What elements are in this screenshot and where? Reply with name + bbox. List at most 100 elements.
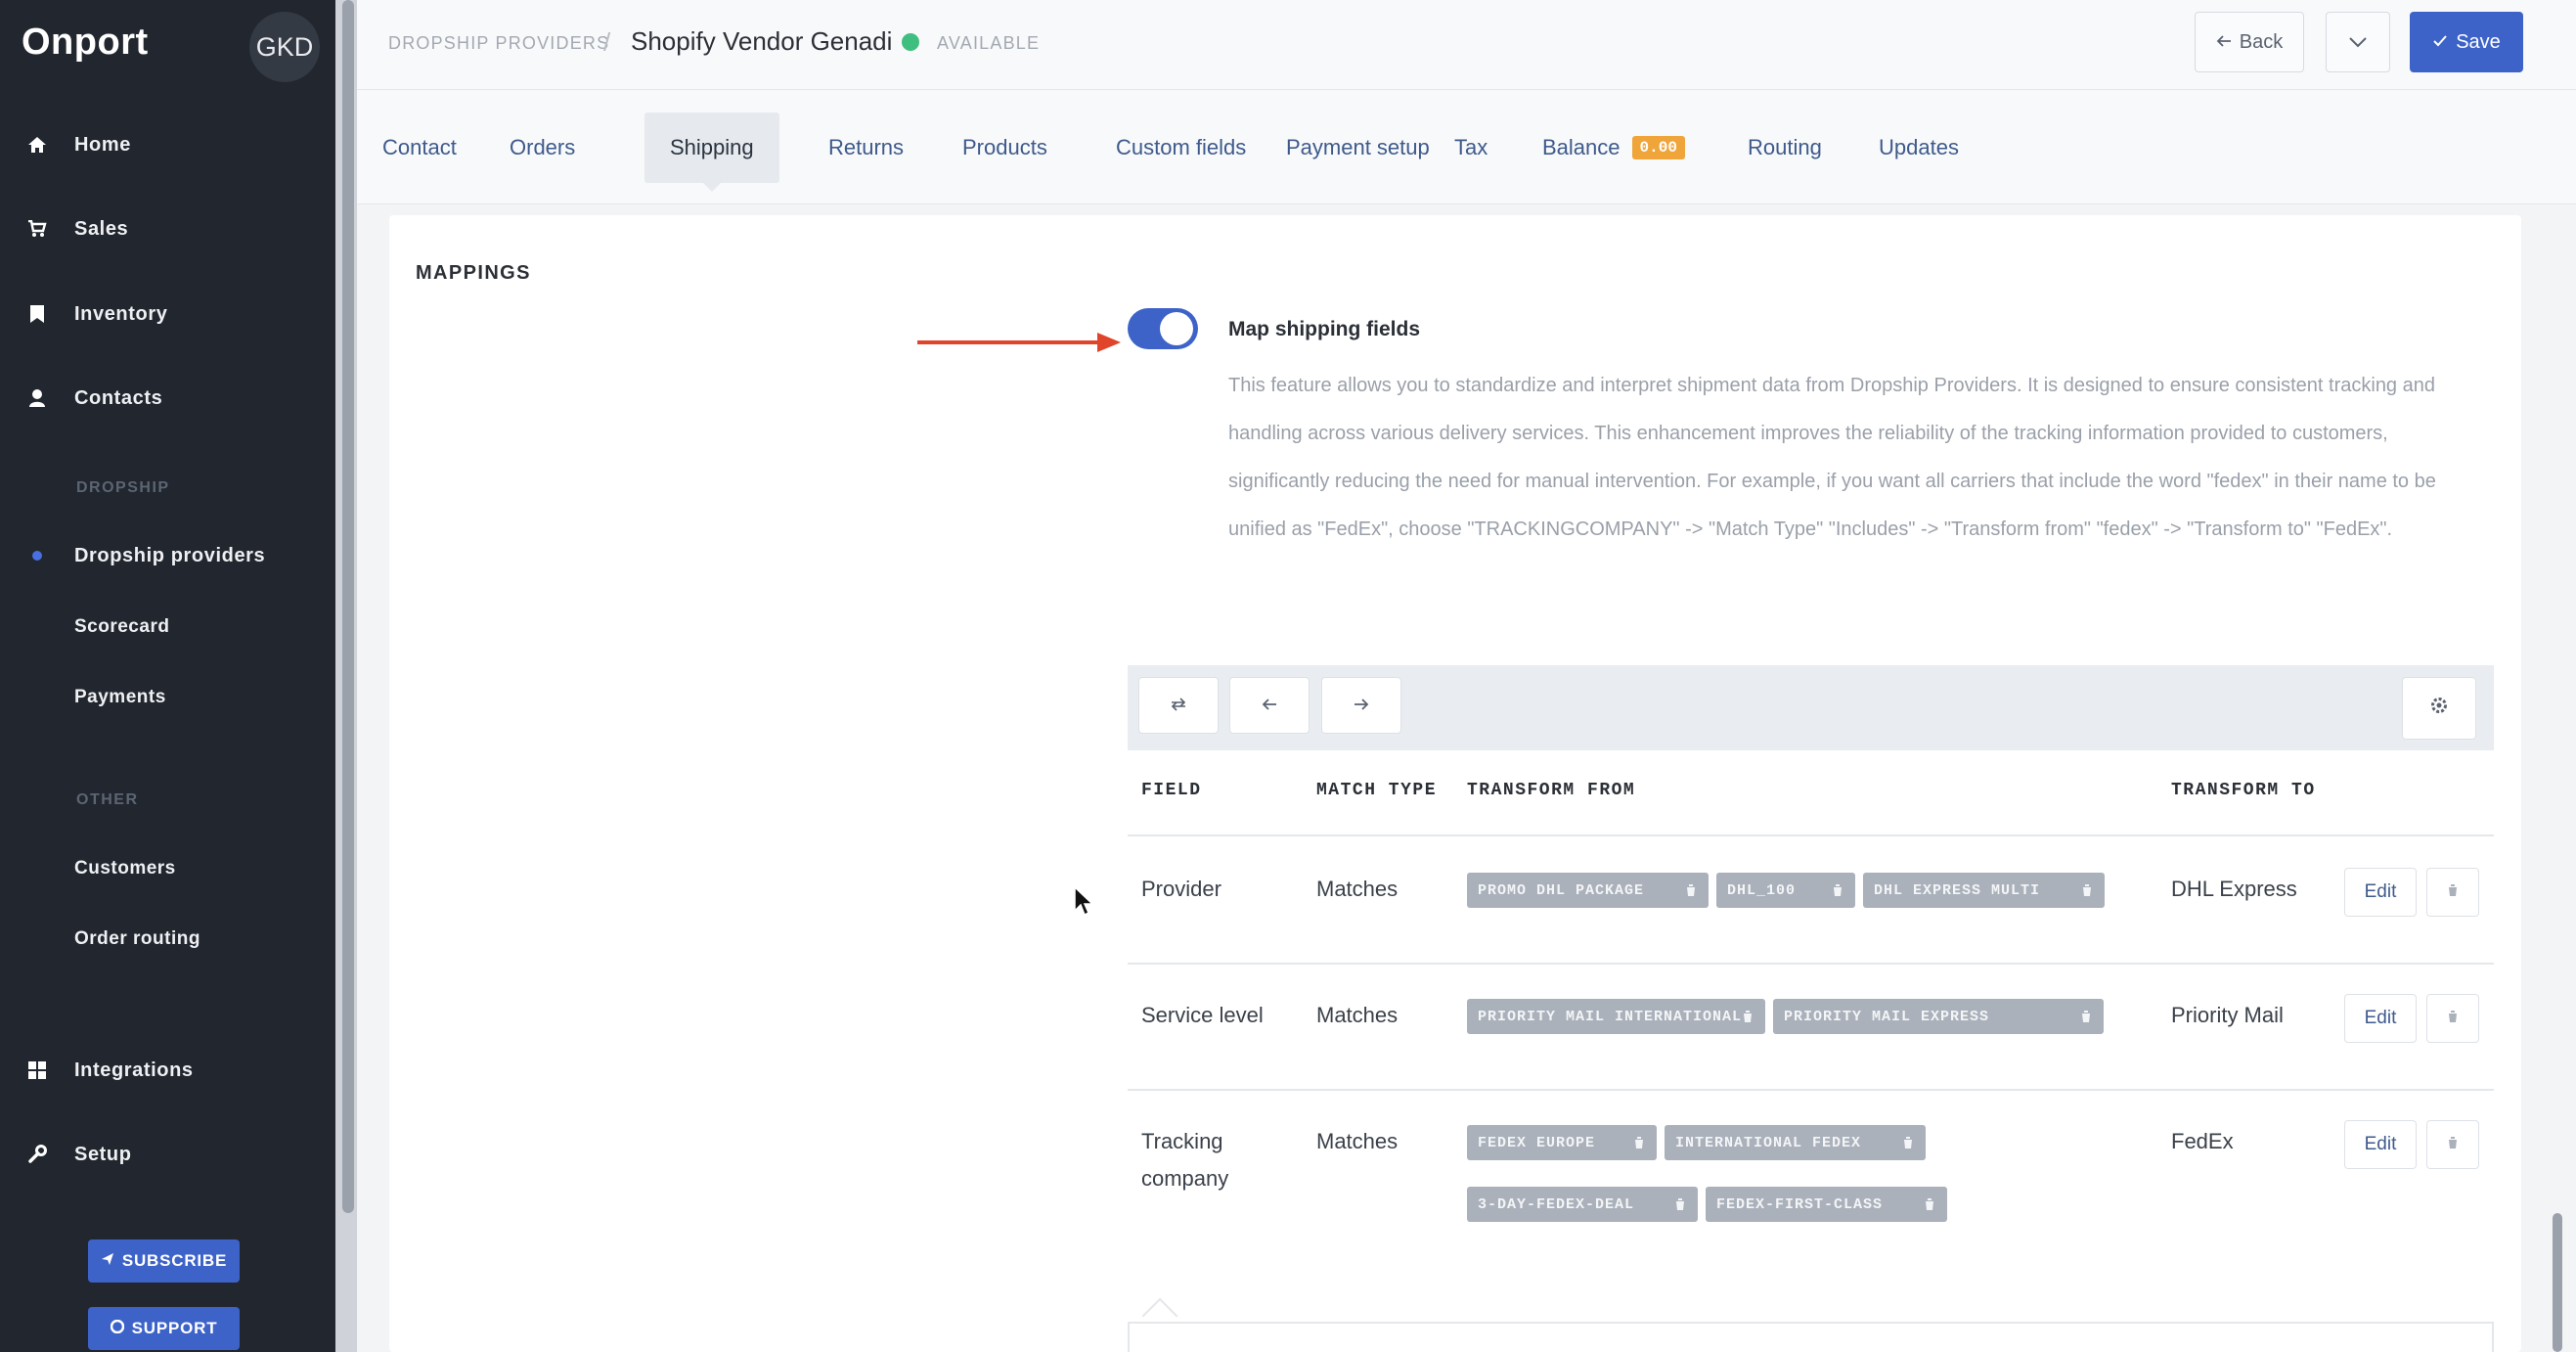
sidebar-item-setup[interactable]: Setup <box>0 1127 335 1182</box>
trash-icon[interactable] <box>2069 873 2105 908</box>
chip-label: FEDEX EUROPE <box>1478 1134 1596 1151</box>
tab-bar: Contact Orders Shipping Returns Products… <box>357 90 2576 204</box>
status-badge: AVAILABLE <box>937 33 1041 53</box>
settings-button[interactable] <box>2402 677 2476 740</box>
section-dropship: DROPSHIP <box>76 479 170 496</box>
sidebar-item-label: Setup <box>74 1143 132 1165</box>
tab-routing[interactable]: Routing <box>1722 113 1847 183</box>
trash-icon[interactable] <box>1912 1187 1947 1222</box>
edit-button[interactable]: Edit <box>2344 994 2417 1043</box>
page-scrollbar[interactable] <box>2553 1213 2562 1352</box>
cell-transform-to: Priority Mail <box>2171 1003 2284 1027</box>
transform-chip: DHL_100 <box>1716 873 1855 908</box>
swap-icon <box>1170 695 1187 717</box>
chip-label: DHL EXPRESS MULTI <box>1874 881 2041 899</box>
sidebar-item-label: Inventory <box>74 302 168 325</box>
mappings-toolbar <box>1128 665 2494 750</box>
check-icon <box>2432 31 2448 54</box>
tab-tax[interactable]: Tax <box>1429 113 1513 183</box>
breadcrumb-separator: / <box>603 27 611 57</box>
sidebar-item-label: Home <box>74 133 131 156</box>
toggle-label: Map shipping fields <box>1228 318 1421 340</box>
chip-label: DHL_100 <box>1727 881 1797 899</box>
column-header-transform-to: TRANSFORM TO <box>2171 781 2316 800</box>
trash-icon[interactable] <box>1730 999 1765 1034</box>
next-button[interactable] <box>1321 677 1401 734</box>
edit-button[interactable]: Edit <box>2344 1120 2417 1169</box>
tab-contact[interactable]: Contact <box>357 113 482 183</box>
gear-icon <box>2429 696 2449 721</box>
tab-payment-setup[interactable]: Payment setup <box>1261 113 1455 183</box>
back-button[interactable]: Back <box>2195 12 2304 72</box>
delete-button[interactable] <box>2426 1120 2479 1169</box>
support-icon <box>110 1319 124 1338</box>
org-avatar[interactable]: GKD <box>249 12 320 82</box>
chip-label: FEDEX-FIRST-CLASS <box>1716 1195 1884 1213</box>
chip-label: PRIORITY MAIL EXPRESS <box>1784 1008 1990 1025</box>
transform-chip: DHL EXPRESS MULTI <box>1863 873 2105 908</box>
subscribe-button[interactable]: SUBSCRIBE <box>88 1239 240 1283</box>
trash-icon[interactable] <box>2068 999 2104 1034</box>
sidebar-item-payments[interactable]: Payments <box>74 687 166 708</box>
sidebar-item-label: Integrations <box>74 1059 194 1081</box>
status-dot-icon <box>902 33 919 51</box>
swap-button[interactable] <box>1138 677 1219 734</box>
previous-button[interactable] <box>1229 677 1310 734</box>
header-bar: DROPSHIP PROVIDERS / Shopify Vendor Gena… <box>357 0 2576 90</box>
support-label: SUPPORT <box>131 1319 218 1337</box>
sidebar-item-inventory[interactable]: Inventory <box>0 287 335 341</box>
chip-label: INTERNATIONAL FEDEX <box>1675 1134 1862 1151</box>
add-mapping-form <box>1128 1322 2494 1352</box>
edit-button[interactable]: Edit <box>2344 868 2417 917</box>
tab-products[interactable]: Products <box>937 113 1073 183</box>
balance-badge: 0.00 <box>1631 136 1685 159</box>
transform-chip: 3-DAY-FEDEX-DEAL <box>1467 1187 1698 1222</box>
cell-field: Tracking company <box>1141 1129 1229 1191</box>
tab-custom-fields[interactable]: Custom fields <box>1090 113 1271 183</box>
chip-label: 3-DAY-FEDEX-DEAL <box>1478 1195 1635 1213</box>
tab-balance[interactable]: Balance 0.00 <box>1517 113 1710 183</box>
sidebar-item-customers[interactable]: Customers <box>74 858 176 879</box>
sidebar-item-label: Contacts <box>74 386 163 409</box>
tab-shipping[interactable]: Shipping <box>644 113 779 192</box>
breadcrumb[interactable]: DROPSHIP PROVIDERS <box>388 33 609 54</box>
tab-updates[interactable]: Updates <box>1853 113 1984 183</box>
chip-label: PROMO DHL PACKAGE <box>1478 881 1645 899</box>
column-header-match-type: MATCH TYPE <box>1316 781 1438 800</box>
sidebar-scrollbar-thumb[interactable] <box>342 0 354 1213</box>
trash-icon[interactable] <box>1673 873 1709 908</box>
row-divider <box>1128 1089 2494 1091</box>
cart-icon <box>0 220 74 238</box>
trash-icon <box>2447 883 2459 902</box>
grid-icon <box>0 1061 74 1079</box>
map-shipping-toggle[interactable] <box>1128 308 1198 349</box>
sidebar-item-integrations[interactable]: Integrations <box>0 1043 335 1098</box>
delete-button[interactable] <box>2426 868 2479 917</box>
trash-icon[interactable] <box>1890 1125 1926 1160</box>
more-actions-dropdown[interactable] <box>2326 12 2390 72</box>
sidebar-item-home[interactable]: Home <box>0 117 335 172</box>
sidebar-item-scorecard[interactable]: Scorecard <box>74 616 169 638</box>
sidebar-item-sales[interactable]: Sales <box>0 202 335 256</box>
cell-match-type: Matches <box>1316 1129 1399 1153</box>
feature-description: This feature allows you to standardize a… <box>1228 375 2436 540</box>
tab-orders[interactable]: Orders <box>484 113 600 183</box>
sidebar: Onport GKD Home Sales Inventory Contacts… <box>0 0 335 1352</box>
tab-balance-label: Balance <box>1542 135 1621 159</box>
save-button[interactable]: Save <box>2410 12 2523 72</box>
column-header-field: FIELD <box>1141 781 1202 800</box>
tab-returns[interactable]: Returns <box>803 113 929 183</box>
delete-button[interactable] <box>2426 994 2479 1043</box>
row-divider <box>1128 963 2494 965</box>
trash-icon[interactable] <box>1621 1125 1657 1160</box>
arrow-left-icon <box>2216 31 2232 54</box>
trash-icon[interactable] <box>1820 873 1855 908</box>
cell-field: Provider <box>1141 877 1221 901</box>
trash-icon[interactable] <box>1663 1187 1698 1222</box>
sidebar-item-dropship-providers[interactable]: Dropship providers <box>0 528 335 583</box>
transform-chip: FEDEX EUROPE <box>1467 1125 1657 1160</box>
sidebar-item-contacts[interactable]: Contacts <box>0 371 335 426</box>
sidebar-item-order-routing[interactable]: Order routing <box>74 928 200 950</box>
brand-logo[interactable]: Onport <box>22 22 149 64</box>
support-button[interactable]: SUPPORT <box>88 1307 240 1350</box>
